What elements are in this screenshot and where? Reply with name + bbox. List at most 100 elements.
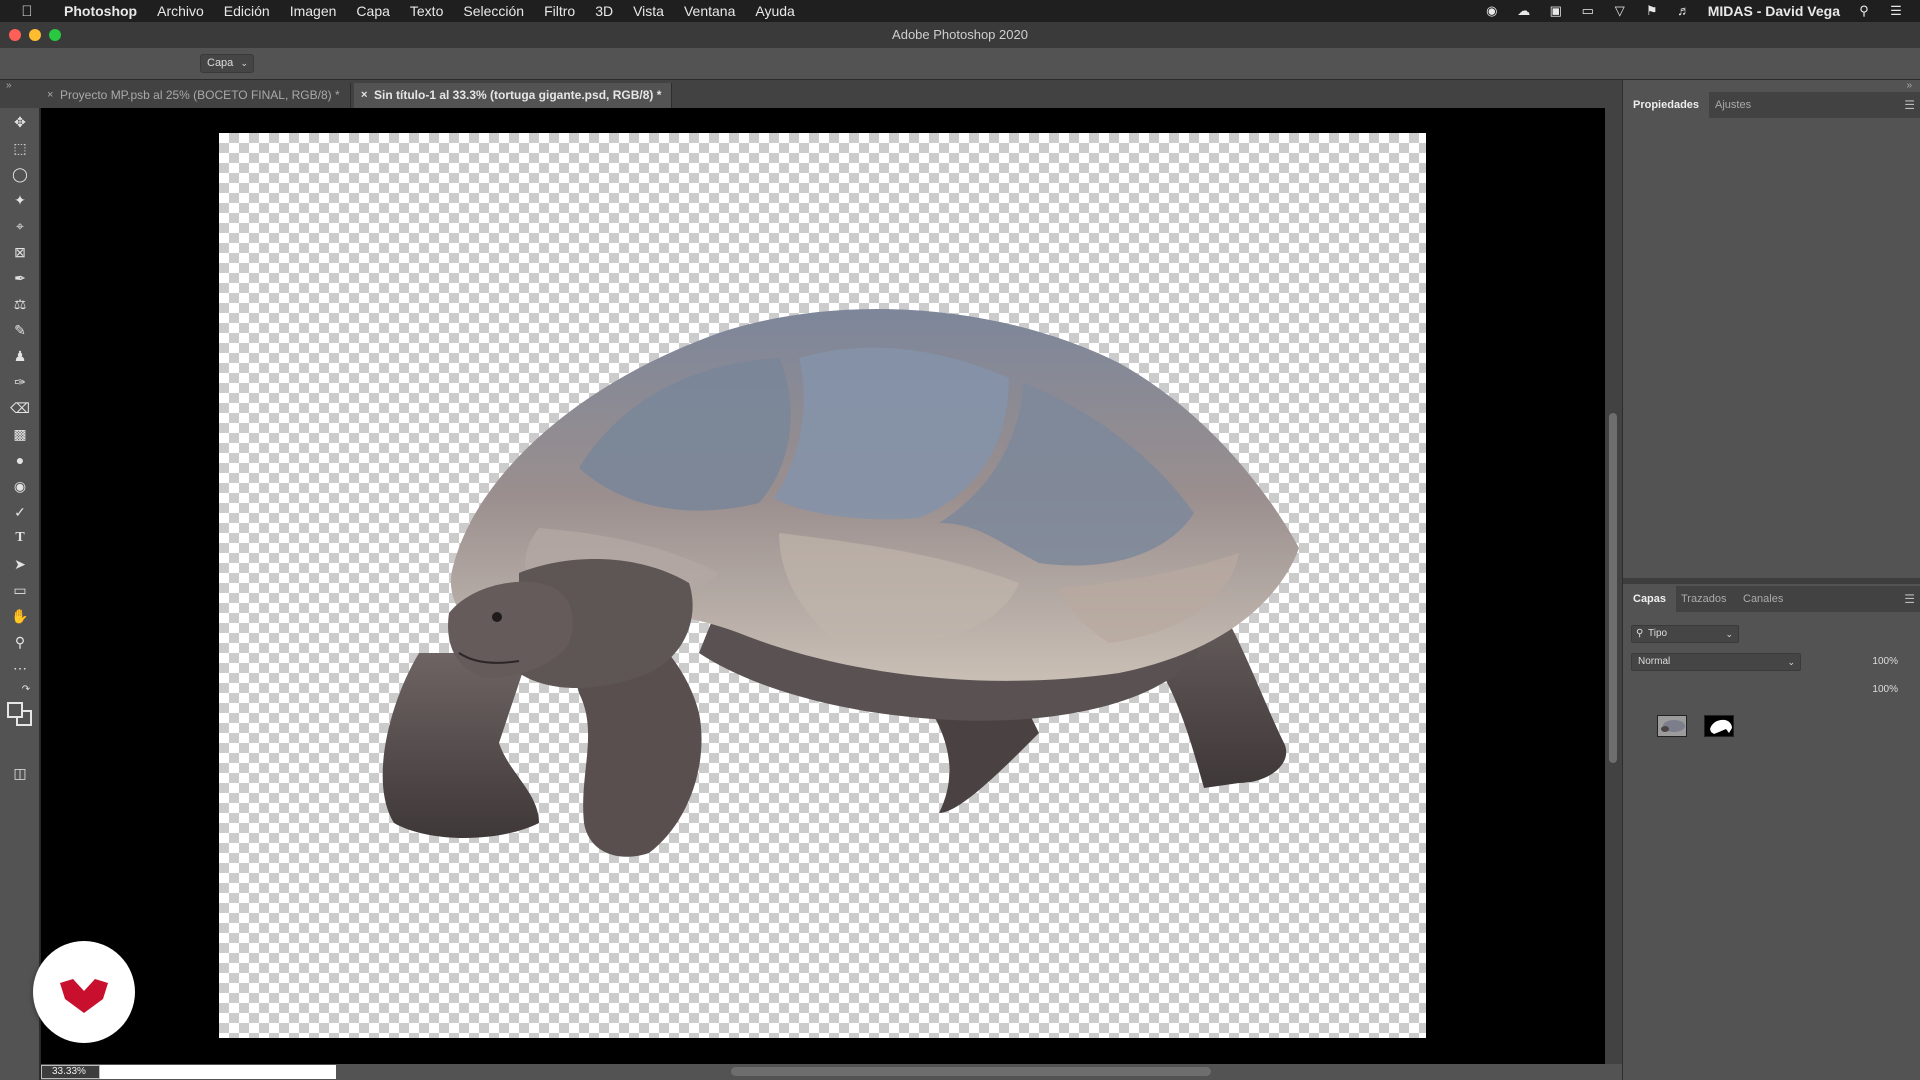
eyedropper-tool-icon[interactable]: ✒ xyxy=(8,267,32,289)
window-controls xyxy=(9,29,61,41)
dodge-tool-icon[interactable]: ◉ xyxy=(8,475,32,497)
document-canvas[interactable] xyxy=(219,133,1426,1038)
minimize-window-button[interactable] xyxy=(29,29,41,41)
menu-capa[interactable]: Capa xyxy=(346,3,399,19)
document-tabs: » × Proyecto MP.psb al 25% (BOCETO FINAL… xyxy=(0,80,1622,108)
path-selection-tool-icon[interactable]: ➤ xyxy=(8,553,32,575)
type-tool-icon[interactable]: T xyxy=(8,527,32,549)
menu-vista[interactable]: Vista xyxy=(623,3,674,19)
menu-ventana[interactable]: Ventana xyxy=(674,3,745,19)
auto-select-dropdown[interactable]: Capa ⌄ xyxy=(200,54,254,73)
menu-3d[interactable]: 3D xyxy=(585,3,623,19)
chevron-down-icon: ⌄ xyxy=(240,58,248,68)
scute xyxy=(579,358,791,511)
close-tab-icon[interactable]: × xyxy=(361,83,367,108)
list-icon[interactable]: ☰ xyxy=(1888,4,1904,18)
move-tool-icon[interactable]: ✥ xyxy=(8,111,32,133)
document-info-field[interactable] xyxy=(100,1065,336,1079)
menu-archivo[interactable]: Archivo xyxy=(147,3,214,19)
healing-tool-icon[interactable]: ⚖ xyxy=(8,293,32,315)
tab-trazados[interactable]: Trazados xyxy=(1671,586,1736,612)
close-tab-icon[interactable]: × xyxy=(47,83,53,108)
zoom-level-field[interactable]: 33.33% xyxy=(41,1065,100,1079)
volume-icon[interactable]: ♬ xyxy=(1676,4,1692,18)
eye xyxy=(492,612,502,622)
vertical-scroll-thumb[interactable] xyxy=(1609,413,1617,763)
expand-panels-icon[interactable]: » xyxy=(6,80,12,91)
wifi-icon[interactable]: ▽ xyxy=(1612,4,1628,18)
more-tools-icon[interactable]: ⋯ xyxy=(8,657,32,679)
layer-thumbnail[interactable] xyxy=(1657,715,1687,737)
layer-row[interactable] xyxy=(1623,705,1920,750)
layer-filter-dropdown[interactable]: ⚲ Tipo ⌄ xyxy=(1631,625,1739,643)
tortoise-image xyxy=(382,309,1299,857)
frame-tool-icon[interactable]: ⊠ xyxy=(8,241,32,263)
crop-tool-icon[interactable]: ⌖ xyxy=(8,215,32,237)
collapse-panels-icon[interactable]: » xyxy=(1906,80,1912,91)
close-window-button[interactable] xyxy=(9,29,21,41)
magic-wand-tool-icon[interactable]: ✦ xyxy=(8,189,32,211)
foreground-color-swatch[interactable] xyxy=(7,702,23,718)
tab-sin-titulo[interactable]: × Sin título-1 al 33.3% (tortuga gigante… xyxy=(354,83,673,108)
eraser-tool-icon[interactable]: ⌫ xyxy=(8,397,32,419)
window-title: Adobe Photoshop 2020 xyxy=(892,27,1028,42)
layer-filter-value: Tipo xyxy=(1648,628,1668,639)
layer-mask-thumbnail[interactable] xyxy=(1704,715,1734,737)
tab-proyecto-mp[interactable]: × Proyecto MP.psb al 25% (BOCETO FINAL, … xyxy=(40,83,351,108)
panel-menu-icon[interactable]: ☰ xyxy=(1904,592,1915,606)
mask-shape-icon xyxy=(1705,716,1733,736)
gradient-tool-icon[interactable]: ▩ xyxy=(8,423,32,445)
user-name[interactable]: MIDAS - David Vega xyxy=(1708,3,1840,19)
title-bar: Adobe Photoshop 2020 xyxy=(0,22,1920,48)
document-pasteboard[interactable] xyxy=(41,108,1605,1064)
chevron-down-icon: ⌄ xyxy=(1787,657,1795,667)
menu-imagen[interactable]: Imagen xyxy=(280,3,347,19)
tab-ajustes[interactable]: Ajustes xyxy=(1705,92,1761,118)
menu-app[interactable]: Photoshop xyxy=(54,3,147,19)
panel-menu-icon[interactable]: ☰ xyxy=(1904,98,1915,112)
display-icon[interactable]: ▣ xyxy=(1548,4,1564,18)
creative-cloud-icon[interactable]: ☁ xyxy=(1516,4,1532,18)
auto-select-value: Capa xyxy=(207,57,234,69)
search-icon[interactable]: ⚲ xyxy=(1856,4,1872,18)
tools-panel: ✥ ⬚ ◯ ✦ ⌖ ⊠ ✒ ⚖ ✎ ♟ ✑ ⌫ ▩ ● ◉ ✓ T ➤ ▭ ✋ … xyxy=(0,108,40,1080)
marquee-tool-icon[interactable]: ⬚ xyxy=(8,137,32,159)
tab-canales[interactable]: Canales xyxy=(1733,586,1793,612)
blend-mode-value: Normal xyxy=(1638,656,1671,667)
screen-mode-icon[interactable]: ◫ xyxy=(8,762,32,784)
brand-logo-icon xyxy=(60,979,108,1013)
blur-tool-icon[interactable]: ● xyxy=(8,449,32,471)
menu-ayuda[interactable]: Ayuda xyxy=(745,3,804,19)
horizontal-scroll-thumb[interactable] xyxy=(731,1067,1211,1076)
record-icon[interactable]: ◉ xyxy=(1484,4,1500,18)
search-icon: ⚲ xyxy=(1636,628,1644,639)
front-left-leg xyxy=(382,653,539,838)
tab-capas[interactable]: Capas xyxy=(1623,586,1677,612)
vertical-scrollbar[interactable] xyxy=(1605,108,1622,1064)
tab-label: Proyecto MP.psb al 25% (BOCETO FINAL, RG… xyxy=(60,88,340,102)
airplay-icon[interactable]: ▭ xyxy=(1580,4,1596,18)
photoshop-window:  Photoshop Archivo Edición Imagen Capa … xyxy=(0,0,1920,1080)
flag-icon[interactable]: ⚑ xyxy=(1644,4,1660,18)
menu-seleccion[interactable]: Selección xyxy=(453,3,534,19)
panel-divider[interactable] xyxy=(1623,578,1920,584)
fill-value[interactable]: 100% xyxy=(1872,684,1898,695)
pen-tool-icon[interactable]: ✓ xyxy=(8,501,32,523)
brush-tool-icon[interactable]: ✎ xyxy=(8,319,32,341)
history-brush-tool-icon[interactable]: ✑ xyxy=(8,371,32,393)
rectangle-tool-icon[interactable]: ▭ xyxy=(8,579,32,601)
zoom-tool-icon[interactable]: ⚲ xyxy=(8,631,32,653)
blend-mode-dropdown[interactable]: Normal ⌄ xyxy=(1631,653,1801,671)
zoom-window-button[interactable] xyxy=(49,29,61,41)
menu-filtro[interactable]: Filtro xyxy=(534,3,585,19)
menu-texto[interactable]: Texto xyxy=(400,3,453,19)
tab-propiedades[interactable]: Propiedades xyxy=(1623,92,1710,118)
lasso-tool-icon[interactable]: ◯ xyxy=(8,163,32,185)
stamp-tool-icon[interactable]: ♟ xyxy=(8,345,32,367)
opacity-value[interactable]: 100% xyxy=(1872,656,1898,667)
swap-colors-icon[interactable]: ↷ xyxy=(14,679,38,701)
layers-panel-tabs: Capas Trazados Canales ☰ xyxy=(1623,586,1920,612)
menu-edicion[interactable]: Edición xyxy=(214,3,280,19)
apple-icon[interactable]:  xyxy=(0,3,54,20)
hand-tool-icon[interactable]: ✋ xyxy=(8,605,32,627)
